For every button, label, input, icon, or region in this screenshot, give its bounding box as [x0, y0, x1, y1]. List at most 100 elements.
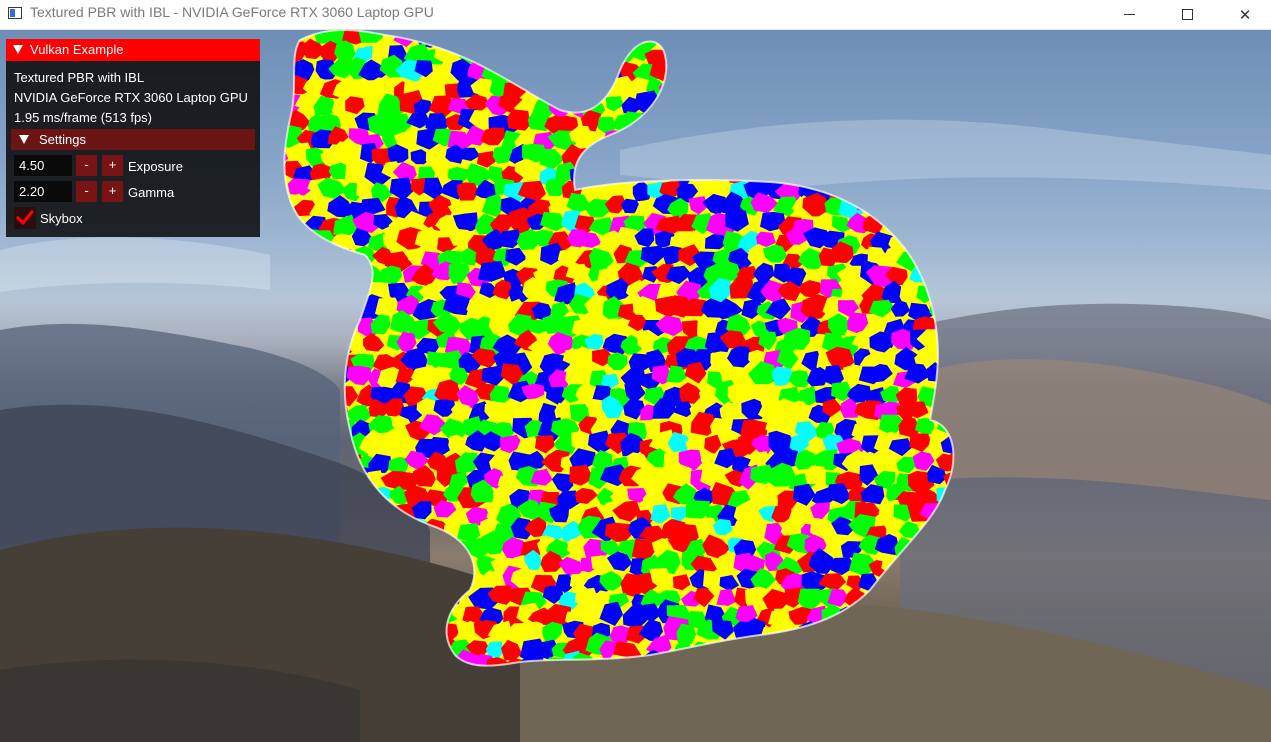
bunny-texture-patch	[623, 30, 649, 38]
bunny-texture-patch	[695, 44, 719, 64]
bunny-texture-patch	[551, 60, 575, 83]
checkmark-icon	[16, 210, 34, 225]
bunny-texture-patch	[931, 250, 954, 272]
bunny-texture-patch	[746, 111, 770, 128]
bunny-texture-patch	[924, 230, 950, 253]
bunny-texture-patch	[918, 30, 950, 51]
bunny-texture-patch	[306, 248, 329, 266]
bunny-texture-patch	[561, 48, 580, 67]
bunny-texture-patch	[893, 30, 916, 49]
exposure-input[interactable]: 4.50	[14, 155, 72, 176]
bunny-texture-patch	[673, 97, 693, 117]
bunny-texture-patch	[707, 77, 732, 95]
bunny-texture-patch	[866, 589, 888, 608]
bunny-texture-patch	[502, 30, 526, 46]
bunny-texture-patch	[797, 30, 824, 35]
bunny-texture-patch	[721, 30, 745, 48]
bunny-texture-patch	[791, 74, 818, 95]
bunny-texture-patch	[944, 283, 954, 304]
bunny-texture-patch	[526, 43, 553, 67]
maximize-button[interactable]	[1158, 0, 1216, 29]
bunny-texture-patch	[807, 80, 832, 100]
bunny-texture-patch	[488, 45, 513, 64]
bunny-texture-patch	[856, 93, 880, 113]
bunny-texture-patch	[284, 226, 304, 249]
bunny-texture-patch	[910, 30, 932, 47]
bunny-texture-patch	[284, 46, 296, 65]
bunny-texture-patch	[878, 84, 902, 104]
bunny-texture-patch	[747, 45, 772, 68]
bunny-texture-patch	[743, 74, 771, 96]
bunny-texture-patch	[907, 60, 933, 84]
bunny-texture-patch	[930, 282, 954, 303]
bunny-texture-patch	[284, 162, 287, 180]
bunny-texture-patch	[874, 30, 897, 45]
bunny-texture-patch	[284, 284, 291, 305]
bunny-texture-patch	[867, 41, 886, 60]
bunny-texture-patch	[641, 113, 664, 131]
bunny-texture-patch	[943, 268, 954, 287]
settings-label: Settings	[39, 132, 86, 147]
bunny-texture-patch	[448, 30, 473, 50]
bunny-texture-patch	[523, 32, 543, 50]
bunny-texture-patch	[587, 31, 606, 48]
bunny-texture-patch	[791, 30, 811, 43]
bunny-texture-patch	[284, 30, 297, 32]
bunny-texture-patch	[560, 77, 585, 98]
bunny-texture-patch	[431, 538, 453, 556]
imgui-overlay-window: Vulkan Example Textured PBR with IBL NVI…	[6, 39, 260, 237]
gamma-decrement-button[interactable]: -	[76, 181, 97, 202]
close-button[interactable]: ✕	[1216, 0, 1271, 29]
settings-section-header[interactable]: Settings	[11, 129, 255, 150]
bunny-texture-patch	[298, 263, 323, 283]
bunny-texture-patch	[725, 92, 748, 115]
bunny-texture-patch	[587, 165, 614, 185]
bunny-texture-patch	[800, 41, 822, 61]
gamma-input[interactable]: 2.20	[14, 181, 72, 202]
collapse-triangle-icon[interactable]	[13, 45, 23, 54]
bunny-texture-patch	[950, 42, 954, 67]
bunny-texture-patch	[948, 79, 954, 104]
bunny-texture-patch	[832, 75, 855, 97]
bunny-texture-patch	[920, 40, 943, 61]
bunny-texture-patch	[284, 211, 294, 232]
bunny-texture-patch	[925, 56, 948, 80]
overlay-header[interactable]: Vulkan Example	[6, 39, 260, 61]
minimize-button[interactable]	[1100, 0, 1158, 29]
gamma-increment-button[interactable]: +	[102, 181, 123, 202]
bunny-texture-patch	[753, 64, 777, 84]
bunny-texture-patch	[944, 300, 954, 319]
bunny-texture-patch	[262, 30, 281, 48]
bunny-texture-patch	[930, 211, 954, 233]
bunny-texture-patch	[703, 99, 729, 122]
bunny-texture-patch	[847, 76, 871, 99]
bunny-texture-patch	[541, 45, 567, 67]
bunny-texture-patch	[948, 65, 954, 83]
frame-timing-text: 1.95 ms/frame (513 fps)	[14, 110, 152, 125]
bunny-texture-patch	[752, 30, 777, 48]
app-name-text: Textured PBR with IBL	[14, 70, 145, 85]
skybox-checkbox[interactable]	[14, 207, 36, 229]
bunny-texture-patch	[952, 254, 954, 270]
bunny-texture-patch	[757, 90, 785, 113]
bunny-texture-patch	[717, 43, 740, 65]
bunny-texture-patch	[860, 61, 889, 87]
bunny-texture-patch	[250, 30, 272, 34]
maximize-icon	[1181, 9, 1193, 20]
bunny-texture-patch	[684, 59, 708, 80]
bunny-texture-patch	[894, 30, 918, 33]
bunny-texture-patch	[771, 30, 799, 44]
bunny-texture-patch	[833, 30, 860, 34]
bunny-texture-patch	[892, 95, 918, 115]
bunny-texture-patch	[936, 230, 954, 254]
overlay-title: Vulkan Example	[30, 42, 124, 57]
bunny-texture-patch	[874, 91, 898, 117]
exposure-decrement-button[interactable]: -	[76, 155, 97, 176]
bunny-texture-patch	[927, 80, 953, 102]
exposure-increment-button[interactable]: +	[102, 155, 123, 176]
collapse-triangle-icon[interactable]	[19, 135, 29, 144]
bunny-texture-patch	[463, 30, 490, 47]
bunny-texture-patch	[734, 94, 759, 111]
bunny-texture-patch	[875, 59, 898, 77]
bunny-texture-patch	[663, 30, 687, 35]
